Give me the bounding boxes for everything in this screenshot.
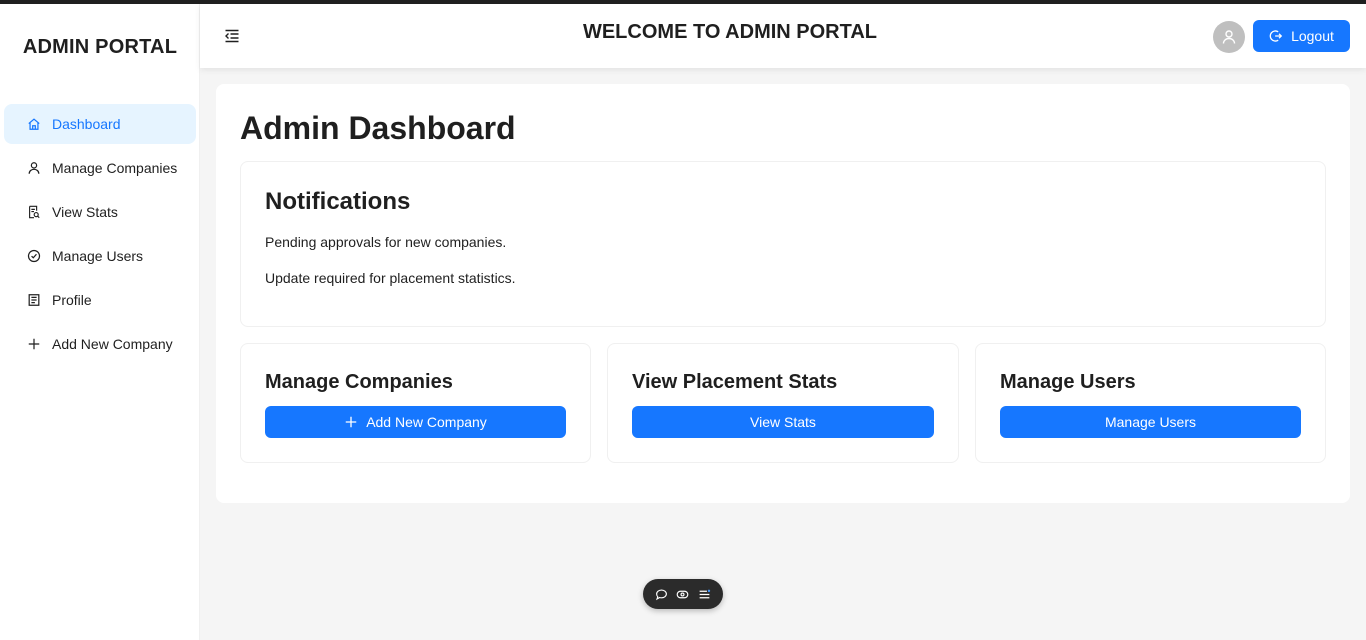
header-title: WELCOME TO ADMIN PORTAL <box>582 21 878 43</box>
avatar[interactable] <box>1213 21 1245 53</box>
sidebar-item-label: Manage Companies <box>52 160 178 176</box>
user-icon <box>1222 30 1236 44</box>
logout-icon <box>1269 30 1283 42</box>
notifications-card: Notifications Pending approvals for new … <box>240 161 1326 327</box>
card-title: Manage Users <box>1000 371 1136 393</box>
sidebar-item-profile[interactable]: Profile <box>4 280 196 320</box>
manage-users-button[interactable]: Manage Users <box>1000 406 1301 438</box>
sidebar-item-manage-companies[interactable]: Manage Companies <box>4 148 196 188</box>
sidebar-item-label: Manage Users <box>52 248 144 264</box>
logout-label: Logout <box>1291 28 1334 44</box>
button-label: Manage Users <box>1104 414 1197 430</box>
manage-companies-card: Manage Companies Add New Company <box>240 343 591 463</box>
file-search-icon <box>26 204 42 220</box>
top-strip <box>0 0 1366 4</box>
profile-icon <box>26 292 42 308</box>
view-stats-button[interactable]: View Stats <box>632 406 934 438</box>
button-label: Add New Company <box>366 414 487 430</box>
plus-icon <box>26 336 42 352</box>
sidebar-item-label: Profile <box>52 292 92 308</box>
logout-button[interactable]: Logout <box>1253 20 1350 52</box>
sidebar-item-label: View Stats <box>52 204 118 220</box>
button-label: View Stats <box>750 414 816 430</box>
sidebar-item-add-new-company[interactable]: Add New Company <box>4 324 196 364</box>
view-placement-stats-card: View Placement Stats View Stats <box>607 343 959 463</box>
eye-icon[interactable] <box>676 587 690 601</box>
notification-item: Pending approvals for new companies. <box>265 234 507 250</box>
brand-title: ADMIN PORTAL <box>22 36 178 58</box>
floating-toolbar <box>643 579 723 609</box>
header: WELCOME TO ADMIN PORTAL Logout <box>200 4 1366 68</box>
content-card: Admin Dashboard Notifications Pending ap… <box>216 84 1350 503</box>
add-new-company-button[interactable]: Add New Company <box>265 406 566 438</box>
sidebar-item-manage-users[interactable]: Manage Users <box>4 236 196 276</box>
comment-icon[interactable] <box>655 587 669 601</box>
manage-users-card: Manage Users Manage Users <box>975 343 1326 463</box>
notifications-title: Notifications <box>265 188 411 215</box>
card-title: Manage Companies <box>265 371 453 393</box>
plus-icon <box>345 416 357 428</box>
sidebar-item-label: Add New Company <box>52 336 173 352</box>
sidebar-item-view-stats[interactable]: View Stats <box>4 192 196 232</box>
home-icon <box>26 116 42 132</box>
notification-item: Update required for placement statistics… <box>265 270 516 286</box>
card-title: View Placement Stats <box>632 371 838 393</box>
list-icon[interactable] <box>697 587 711 601</box>
sidebar-item-label: Dashboard <box>52 116 121 132</box>
sidebar-menu: Dashboard Manage Companies View Stats Ma… <box>4 104 196 368</box>
sidebar-item-dashboard[interactable]: Dashboard <box>4 104 196 144</box>
user-icon <box>26 160 42 176</box>
sidebar: ADMIN PORTAL Dashboard Manage Companies … <box>0 4 200 640</box>
check-circle-icon <box>26 248 42 264</box>
page-title: Admin Dashboard <box>240 110 516 146</box>
